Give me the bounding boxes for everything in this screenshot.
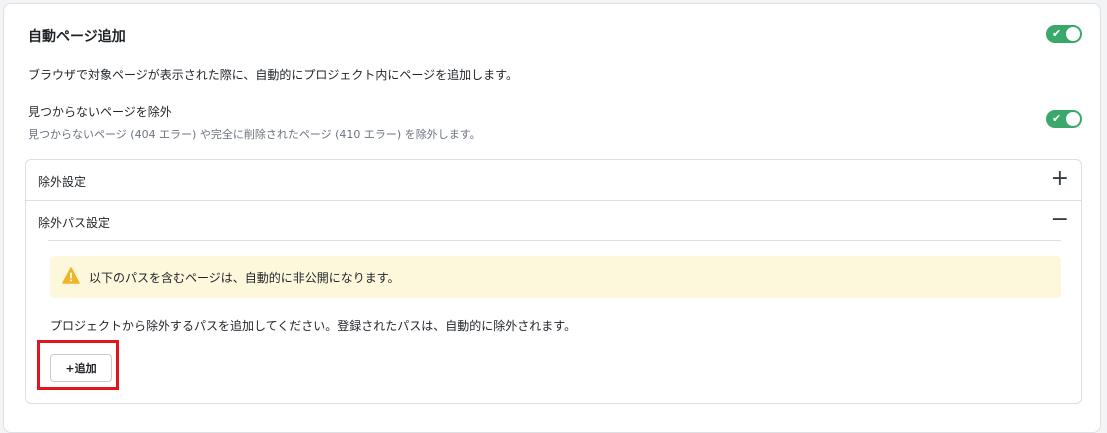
exclude-not-found-label: 見つからないページを除外 (28, 105, 172, 119)
exclude-path-info: プロジェクトから除外するパスを追加してください。登録されたパスは、自動的に除外さ… (50, 319, 577, 333)
section-title: 自動ページ追加 (28, 29, 126, 45)
auto-page-add-card: 自動ページ追加 ✔ ブラウザで対象ページが表示された際に、自動的にプロジェクト内… (3, 3, 1101, 433)
warning-text: 以下のパスを含むページは、自動的に非公開になります。 (89, 271, 400, 285)
toggle-knob (1066, 27, 1080, 41)
exclude-not-found-sublabel: 見つからないページ (404 エラー) や完全に削除されたページ (410 エラ… (28, 128, 481, 141)
accordion-label: 除外パス設定 (38, 216, 111, 230)
accordion-header-exclude-path-settings[interactable]: 除外パス設定 − (26, 201, 1081, 241)
accordion-label: 除外設定 (38, 175, 87, 189)
plus-icon: + (1050, 166, 1069, 191)
minus-icon: − (1050, 207, 1069, 232)
check-icon: ✔ (1052, 27, 1062, 40)
add-path-button[interactable]: +追加 (50, 354, 112, 382)
accordion-header-exclude-settings[interactable]: 除外設定 + (26, 160, 1081, 200)
toggle-knob (1066, 112, 1080, 126)
warning-icon (62, 267, 80, 284)
check-icon: ✔ (1052, 112, 1062, 125)
exclude-accordion: 除外設定 + 除外パス設定 − 以下のパスを含むページは、自動的に非公開になりま… (25, 159, 1082, 404)
warning-banner: 以下のパスを含むページは、自動的に非公開になります。 (50, 256, 1061, 298)
auto-page-add-toggle[interactable]: ✔ (1046, 25, 1082, 43)
panel-divider (48, 240, 1061, 241)
exclude-not-found-toggle[interactable]: ✔ (1046, 110, 1082, 128)
section-description: ブラウザで対象ページが表示された際に、自動的にプロジェクト内にページを追加します… (28, 68, 518, 82)
